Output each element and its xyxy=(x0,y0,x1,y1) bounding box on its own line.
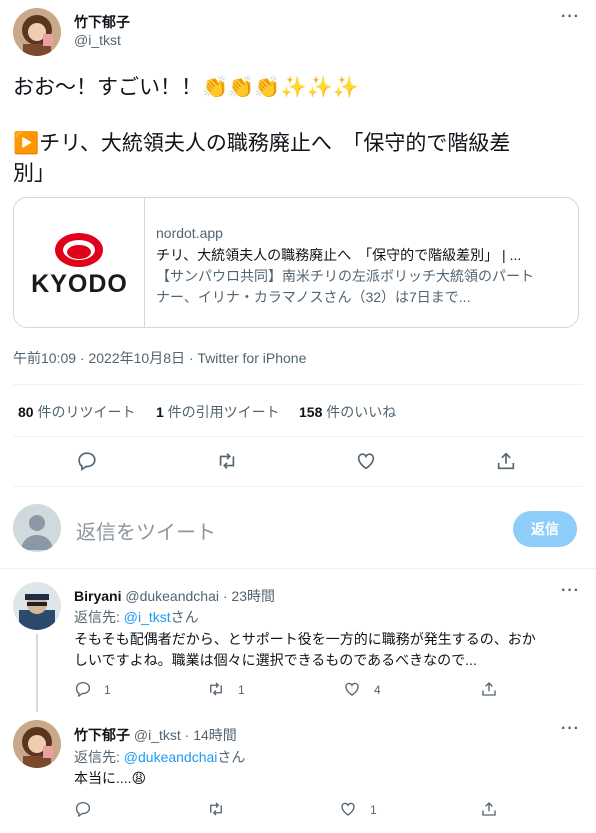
reply-author-handle[interactable]: @dukeandchai xyxy=(125,588,219,604)
like-icon[interactable] xyxy=(343,680,361,698)
retweet-icon[interactable] xyxy=(216,450,238,472)
reply-submit-button[interactable]: 返信 xyxy=(513,511,577,547)
divider xyxy=(13,384,583,385)
replying-to-suffix: さん xyxy=(217,749,246,765)
like-icon[interactable] xyxy=(339,800,357,818)
tweet-timestamp[interactable]: 午前10:09 · 2022年10月8日 · Twitter for iPhon… xyxy=(13,348,306,368)
reply-icon[interactable] xyxy=(76,450,98,472)
replying-to-label: 返信先: xyxy=(74,749,124,765)
section-divider xyxy=(0,568,596,569)
card-title: チリ、大統領夫人の職務廃止へ 「保守的で階級差別」 | ... xyxy=(156,247,522,263)
reply-compose-input[interactable]: 返信をツイート xyxy=(76,516,216,545)
author-avatar[interactable] xyxy=(13,8,61,56)
reply-time[interactable]: · 14時間 xyxy=(185,727,237,743)
replying-to-handle[interactable]: @dukeandchai xyxy=(124,749,218,765)
link-card[interactable]: KYODO nordot.app チリ、大統領夫人の職務廃止へ 「保守的で階級差… xyxy=(13,197,579,328)
likes-count: 158 xyxy=(299,404,323,420)
card-domain: nordot.app xyxy=(156,225,223,241)
likes-label: 件のいいね xyxy=(326,404,397,420)
more-options-icon[interactable]: ··· xyxy=(561,720,580,738)
kyodo-logo-text: KYODO xyxy=(31,270,128,298)
card-description-line1: 【サンパウロ共同】南米チリの左派ボリッチ大統領のパート xyxy=(156,268,534,284)
reply-header: 竹下郁子 @i_tkst · 14時間 xyxy=(74,725,237,745)
likes-stat[interactable]: 158 件のいいね xyxy=(299,402,396,422)
reply-author-name[interactable]: Biryani xyxy=(74,588,121,604)
retweet-icon[interactable] xyxy=(207,800,225,818)
like-count: 4 xyxy=(374,683,381,697)
share-icon[interactable] xyxy=(480,800,498,818)
card-description-line2: ナー、イリナ・カラマノスさん（32）は7日まで... xyxy=(156,289,471,305)
retweet-count: 1 xyxy=(238,683,245,697)
like-icon[interactable] xyxy=(355,450,377,472)
retweets-label: 件のリツイート xyxy=(37,404,136,420)
reply-text-line1: 本当に....😩 xyxy=(74,770,147,786)
reply-avatar[interactable] xyxy=(13,720,61,768)
more-options-icon[interactable]: ··· xyxy=(561,8,580,26)
tweet-text-line3: 別」 xyxy=(13,162,55,185)
reply-avatar[interactable] xyxy=(13,582,61,630)
thread-line xyxy=(36,634,38,712)
retweets-count: 80 xyxy=(18,404,34,420)
replying-to: 返信先: @i_tkstさん xyxy=(74,607,199,627)
divider xyxy=(13,436,583,437)
retweet-icon[interactable] xyxy=(207,680,225,698)
like-count: 1 xyxy=(370,803,377,817)
replying-to-handle[interactable]: @i_tkst xyxy=(124,609,171,625)
replying-to-suffix: さん xyxy=(170,609,199,625)
quotes-stat[interactable]: 1 件の引用ツイート xyxy=(156,402,280,422)
quotes-count: 1 xyxy=(156,404,164,420)
kyodo-logo-icon xyxy=(55,233,103,267)
reply-author-name[interactable]: 竹下郁子 xyxy=(74,727,130,743)
card-thumbnail: KYODO xyxy=(14,198,145,327)
replying-to: 返信先: @dukeandchaiさん xyxy=(74,747,245,767)
share-icon[interactable] xyxy=(480,680,498,698)
reply-icon[interactable] xyxy=(74,680,92,698)
author-handle[interactable]: @i_tkst xyxy=(74,32,121,48)
reply-time[interactable]: · 23時間 xyxy=(223,588,275,604)
divider xyxy=(13,486,583,487)
author-name[interactable]: 竹下郁子 xyxy=(74,12,130,32)
reply-text-line1: そもそも配偶者だから、とサポート役を一方的に職務が発生するの、おか xyxy=(74,631,536,647)
tweet-text-line2: ▶️チリ、大統領夫人の職務廃止へ 「保守的で階級差 xyxy=(13,132,511,155)
reply-count: 1 xyxy=(104,683,111,697)
reply-header: Biryani @dukeandchai · 23時間 xyxy=(74,586,275,606)
more-options-icon[interactable]: ··· xyxy=(561,582,580,600)
reply-text-line2: しいですよね。職業は個々に選択できるものであるべきなので... xyxy=(74,652,477,668)
reply-author-handle[interactable]: @i_tkst xyxy=(134,727,181,743)
tweet-text-line1: おお〜！すごい！！👏👏👏✨✨✨ xyxy=(13,76,359,99)
reply-icon[interactable] xyxy=(74,800,92,818)
replying-to-label: 返信先: xyxy=(74,609,124,625)
share-icon[interactable] xyxy=(495,450,517,472)
quotes-label: 件の引用ツイート xyxy=(167,404,280,420)
retweets-stat[interactable]: 80 件のリツイート xyxy=(18,402,135,422)
current-user-avatar[interactable] xyxy=(13,504,61,552)
